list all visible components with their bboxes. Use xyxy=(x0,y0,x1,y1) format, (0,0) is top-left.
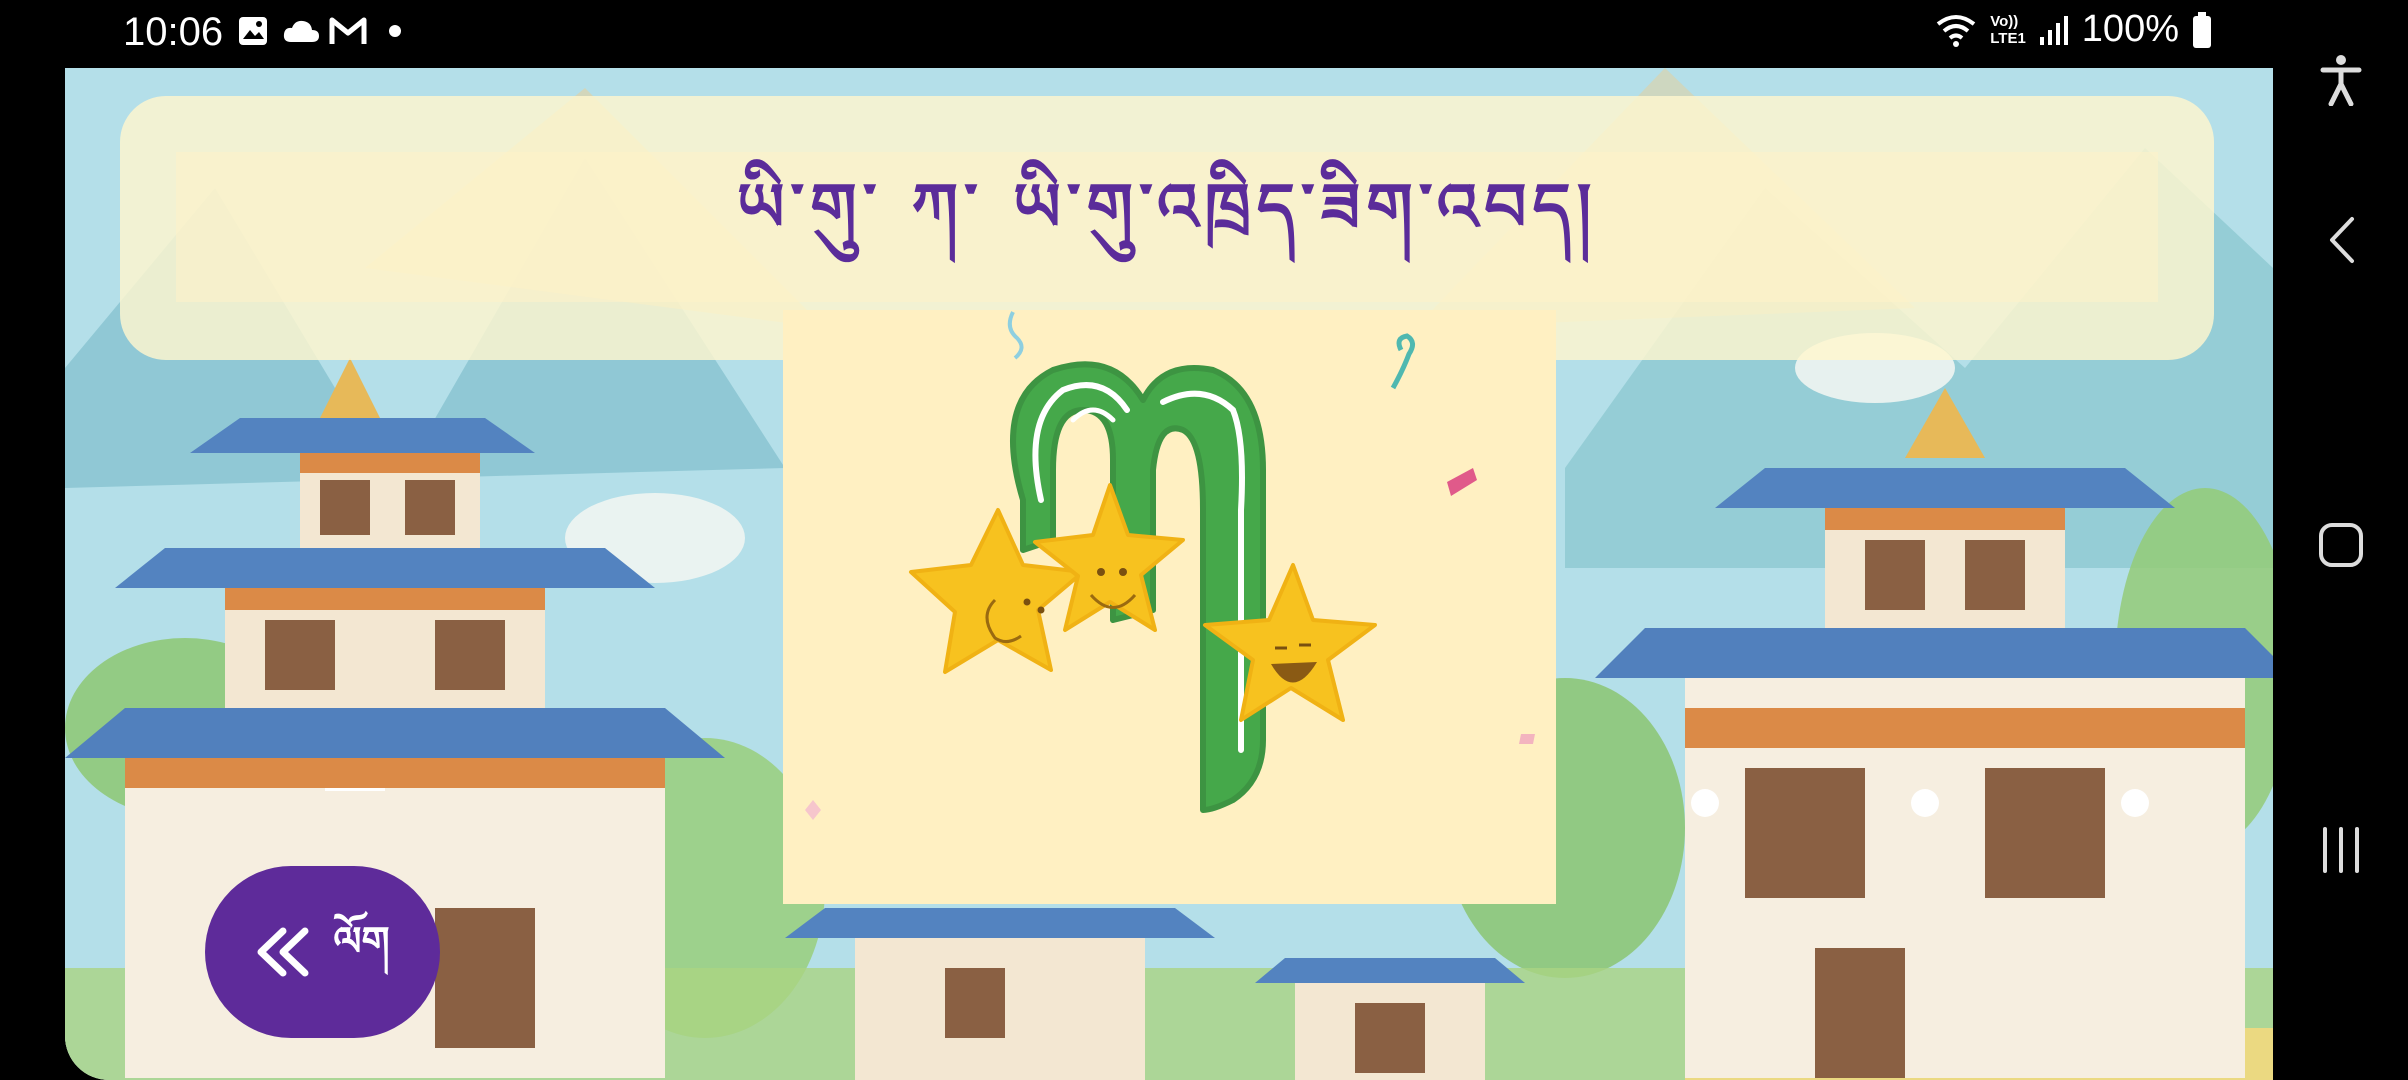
nav-home-button[interactable] xyxy=(2273,515,2408,575)
recents-icon xyxy=(2322,827,2359,873)
nav-back-button[interactable] xyxy=(2273,210,2408,270)
cloud-icon xyxy=(283,20,319,42)
home-icon xyxy=(2318,523,2363,567)
nav-recents-button-icon-wrap[interactable] xyxy=(2273,820,2408,880)
page-title: ཡི་གུ་ ཀ་ ཡི་གུ་འཁྲིད་ཟིག་འབད། xyxy=(736,169,1598,246)
battery-icon xyxy=(2193,11,2211,48)
title-inner: ཡི་གུ་ ཀ་ ཡི་གུ་འཁྲིད་ཟིག་འབད། xyxy=(176,152,2158,302)
gmail-icon xyxy=(329,17,367,44)
star-middle xyxy=(1033,483,1185,632)
back-button-label: ལོག xyxy=(333,919,390,964)
gallery-icon xyxy=(239,17,267,45)
illustration-card xyxy=(783,310,1556,904)
navigation-bar xyxy=(2273,0,2408,1080)
wifi-icon xyxy=(1937,14,1976,47)
battery-percent: 100% xyxy=(2081,8,2179,50)
volte-label-top: Vo)) xyxy=(1990,12,2019,30)
confetti-curl xyxy=(1390,333,1415,390)
volte-label-bottom: LTE1 xyxy=(1990,29,2026,47)
signal-icon xyxy=(2039,15,2068,45)
double-chevron-left-icon xyxy=(257,927,309,977)
volte-icon: Vo)) LTE1 xyxy=(1990,13,2026,47)
accessibility-button[interactable] xyxy=(2273,50,2408,110)
confetti-pink xyxy=(1447,468,1477,496)
app-screen: ཡི་གུ་ ཀ་ ཡི་གུ་འཁྲིད་ཟིག་འབད། ལོག xyxy=(65,68,2273,1080)
status-time: 10:06 xyxy=(123,10,224,54)
confetti-small xyxy=(1519,734,1535,744)
back-button[interactable]: ལོག xyxy=(205,866,440,1038)
status-right: Vo)) LTE1 100% xyxy=(1934,8,2213,51)
confetti-ribbon xyxy=(1007,311,1024,360)
back-icon xyxy=(2329,217,2354,263)
confetti-diamond xyxy=(805,800,821,820)
accessibility-icon xyxy=(2320,55,2361,106)
status-bar: 10:06 Vo)) LTE1 100% xyxy=(0,0,2408,66)
letter-ka-illustration xyxy=(805,311,1535,820)
star-left xyxy=(909,508,1085,674)
dot-icon xyxy=(389,25,401,37)
